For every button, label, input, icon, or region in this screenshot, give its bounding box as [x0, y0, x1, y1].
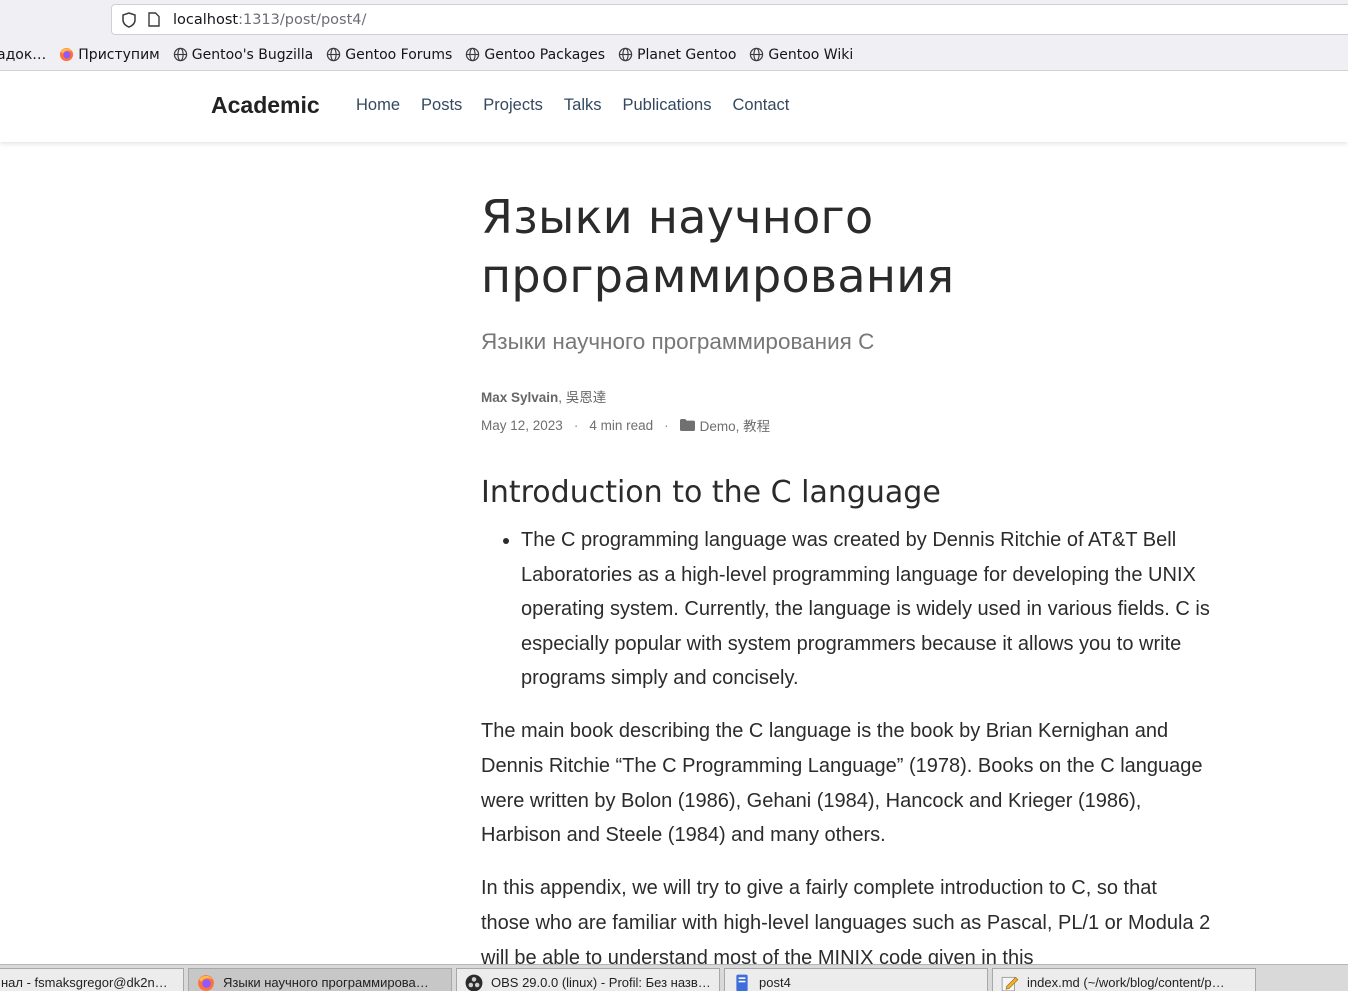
- globe-icon: [749, 47, 764, 62]
- bookmark-label: Приступим: [78, 46, 160, 63]
- site-navbar: Academic Home Posts Projects Talks Publi…: [0, 71, 1348, 142]
- article-categories[interactable]: Demo, 教程: [700, 415, 771, 435]
- folder-icon: [679, 419, 695, 431]
- article-authors: Max Sylvain, 吳恩達: [481, 386, 1211, 406]
- obs-icon: [465, 974, 483, 991]
- taskbar-item-file-manager[interactable]: post4: [724, 968, 988, 991]
- page-icon: [147, 12, 161, 28]
- text-editor-icon: [1001, 974, 1019, 991]
- paragraph: In this appendix, we will try to give a …: [481, 877, 1211, 969]
- list-item: The C programming language was created b…: [521, 523, 1211, 696]
- bookmark-label: адок…: [0, 46, 47, 63]
- nav-projects[interactable]: Projects: [483, 96, 543, 115]
- globe-icon: [173, 47, 188, 62]
- taskbar-label: OBS 29.0.0 (linux) - Profil: Без назв…: [491, 975, 711, 990]
- author-rest: , 吳恩達: [558, 390, 607, 405]
- bookmark-label: Planet Gentoo: [637, 46, 737, 63]
- meta-separator: ·: [664, 417, 669, 433]
- taskbar-label: нал - fsmaksgregor@dk2n…: [1, 975, 168, 990]
- bookmark-item[interactable]: адок…: [0, 47, 46, 63]
- article-meta: May 12, 2023 · 4 min read · Demo, 教程: [481, 415, 1211, 435]
- main-nav: Home Posts Projects Talks Publications C…: [356, 96, 810, 115]
- bookmark-item[interactable]: Planet Gentoo: [618, 47, 736, 63]
- bookmarks-bar: адок… Приступим Gentoo's Bugzilla Gentoo…: [0, 39, 1348, 71]
- paragraph: The main book describing the C language …: [481, 719, 1203, 847]
- globe-icon: [465, 47, 480, 62]
- section-heading: Introduction to the C language: [481, 475, 941, 510]
- url-bar[interactable]: localhost:1313/post/post4/: [111, 4, 1348, 35]
- site-brand[interactable]: Academic: [211, 92, 320, 119]
- firefox-icon: [197, 974, 215, 991]
- bookmark-item[interactable]: Приступим: [59, 46, 160, 63]
- bookmark-label: Gentoo Packages: [484, 46, 606, 63]
- globe-icon: [326, 47, 341, 62]
- author-link[interactable]: Max Sylvain: [481, 390, 558, 405]
- taskbar-item-browser[interactable]: Языки научного программирова…: [188, 968, 452, 991]
- page-subtitle: Языки научного программирования C: [481, 329, 875, 354]
- bookmark-label: Gentoo Wiki: [768, 46, 854, 63]
- bookmark-item[interactable]: Gentoo Packages: [465, 47, 605, 63]
- taskbar-label: Языки научного программирова…: [223, 975, 429, 990]
- taskbar: нал - fsmaksgregor@dk2n… Языки научного …: [0, 964, 1348, 991]
- bookmark-item[interactable]: Gentoo Wiki: [749, 47, 853, 63]
- nav-posts[interactable]: Posts: [421, 96, 462, 115]
- taskbar-item-terminal[interactable]: нал - fsmaksgregor@dk2n…: [0, 968, 184, 991]
- globe-icon: [618, 47, 633, 62]
- bookmark-label: Gentoo's Bugzilla: [191, 46, 314, 63]
- shield-icon[interactable]: [121, 11, 137, 28]
- nav-home[interactable]: Home: [356, 96, 400, 115]
- taskbar-label: post4: [759, 975, 791, 990]
- read-time: 4 min read: [589, 417, 654, 433]
- article: Языки научного программирования Языки на…: [481, 188, 1211, 976]
- article-date: May 12, 2023: [481, 417, 563, 433]
- nav-contact[interactable]: Contact: [732, 96, 789, 115]
- browser-toolbar: localhost:1313/post/post4/: [0, 0, 1348, 39]
- meta-separator: ·: [573, 417, 579, 433]
- bullet-list: The C programming language was created b…: [481, 523, 1211, 696]
- bookmark-label: Gentoo Forums: [345, 46, 453, 63]
- url-text[interactable]: localhost:1313/post/post4/: [173, 12, 366, 28]
- bookmark-item[interactable]: Gentoo Forums: [326, 47, 452, 63]
- bookmark-item[interactable]: Gentoo's Bugzilla: [173, 46, 314, 63]
- taskbar-item-text-editor[interactable]: index.md (~/work/blog/content/p…: [992, 968, 1256, 991]
- taskbar-item-obs[interactable]: OBS 29.0.0 (linux) - Profil: Без назв…: [456, 968, 720, 991]
- firefox-icon: [59, 47, 74, 62]
- page-title: Языки научного программирования: [481, 190, 955, 303]
- nav-publications[interactable]: Publications: [623, 96, 712, 115]
- file-manager-icon: [733, 974, 751, 991]
- nav-talks[interactable]: Talks: [564, 96, 602, 115]
- taskbar-label: index.md (~/work/blog/content/p…: [1027, 975, 1225, 990]
